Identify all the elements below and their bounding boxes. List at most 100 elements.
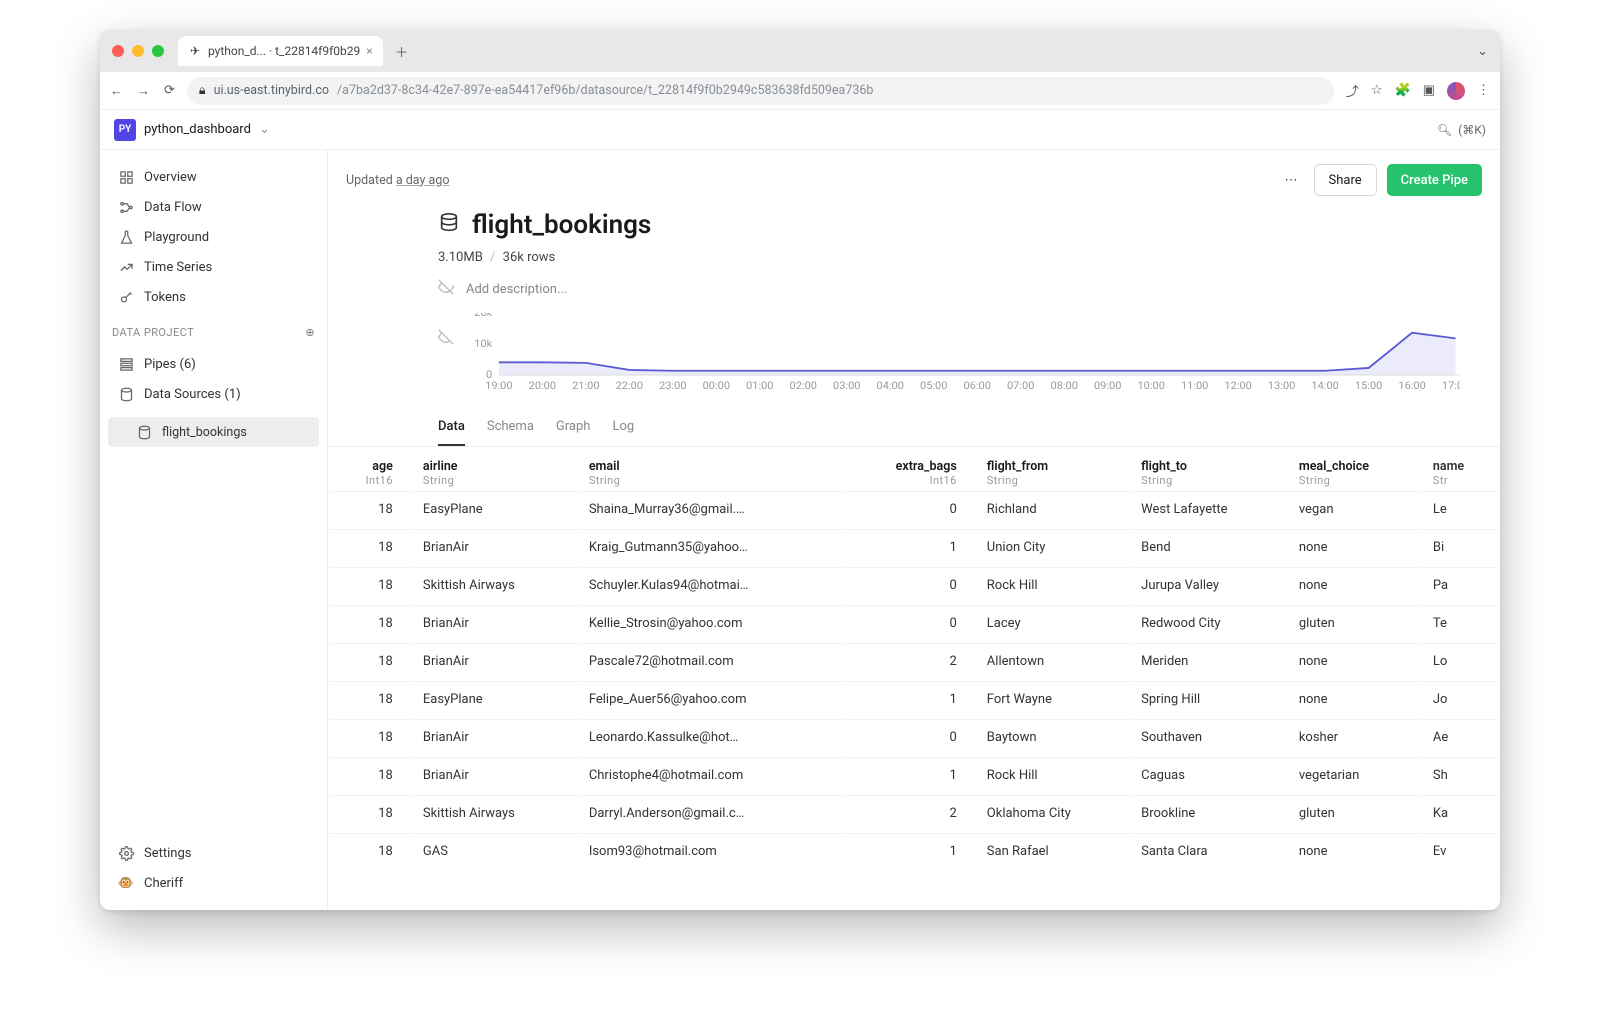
kebab-menu-icon[interactable]: ⋮ — [1477, 83, 1490, 98]
table-row[interactable]: 18Skittish AirwaysDarryl.Anderson@gmail.… — [330, 795, 1498, 831]
cell-flight_to: Southaven — [1131, 719, 1287, 755]
bookmark-icon[interactable]: ☆ — [1371, 83, 1383, 98]
table-row[interactable]: 18EasyPlaneShaina_Murray36@gmail.c...0Ri… — [330, 491, 1498, 527]
data-table: ageInt16airlineStringemailStringextra_ba… — [328, 447, 1500, 871]
sidebar-item-label: Pipes (6) — [144, 357, 196, 372]
cell-age: 18 — [330, 529, 411, 565]
column-header-age[interactable]: ageInt16 — [330, 449, 411, 489]
table-row[interactable]: 18BrianAirPascale72@hotmail.com2Allentow… — [330, 643, 1498, 679]
sources-icon — [118, 387, 134, 402]
new-tab-button[interactable]: ＋ — [389, 38, 415, 64]
main-content: Updated a day ago ⋯ Share Create Pipe fl… — [328, 150, 1500, 910]
extensions-icon[interactable]: 🧩 — [1395, 83, 1411, 98]
cell-email: Felipe_Auer56@yahoo.com — [579, 681, 843, 717]
cell-flight_from: Oklahoma City — [977, 795, 1129, 831]
eye-off-chart-icon[interactable] — [438, 313, 454, 349]
table-row[interactable]: 18BrianAirKellie_Strosin@yahoo.com0Lacey… — [330, 605, 1498, 641]
more-actions-icon[interactable]: ⋯ — [1279, 167, 1304, 194]
table-row[interactable]: 18BrianAirKraig_Gutmann35@yahoo....1Unio… — [330, 529, 1498, 565]
column-header-name[interactable]: nameStr — [1423, 449, 1498, 489]
create-pipe-button[interactable]: Create Pipe — [1387, 164, 1482, 196]
description-input[interactable]: Add description... — [466, 282, 567, 297]
sidebar-item-time-series[interactable]: Time Series — [108, 252, 319, 282]
sidebar-item-cheriff[interactable]: 🐵Cheriff — [108, 868, 319, 898]
tab-log[interactable]: Log — [612, 413, 634, 446]
workspace-name[interactable]: python_dashboard — [144, 122, 251, 137]
column-header-airline[interactable]: airlineString — [413, 449, 577, 489]
reload-icon[interactable]: ⟳ — [164, 83, 175, 99]
sidebar-item-flight_bookings[interactable]: flight_bookings — [108, 417, 319, 447]
profile-avatar[interactable] — [1447, 82, 1465, 100]
column-header-flight_to[interactable]: flight_toString — [1131, 449, 1287, 489]
svg-text:17:00: 17:00 — [1442, 379, 1460, 391]
share-button[interactable]: Share — [1314, 164, 1377, 196]
cheriff-icon: 🐵 — [118, 876, 134, 891]
table-row[interactable]: 18EasyPlaneFelipe_Auer56@yahoo.com1Fort … — [330, 681, 1498, 717]
tab-data[interactable]: Data — [438, 413, 465, 446]
lock-icon: 🔒︎ — [199, 83, 206, 98]
omnibox[interactable]: 🔒︎ ui.us-east.tinybird.co/a7ba2d37-8c34-… — [187, 77, 1334, 105]
svg-text:23:00: 23:00 — [659, 379, 687, 391]
address-bar: ← → ⟳ 🔒︎ ui.us-east.tinybird.co/a7ba2d37… — [100, 72, 1500, 110]
cell-airline: EasyPlane — [413, 491, 577, 527]
cell-email: Leonardo.Kassulke@hotma... — [579, 719, 843, 755]
tabs-overflow-icon[interactable]: ⌄ — [1477, 44, 1488, 59]
minimize-window-icon[interactable] — [132, 45, 144, 57]
svg-text:14:00: 14:00 — [1311, 379, 1339, 391]
tab-schema[interactable]: Schema — [487, 413, 534, 446]
svg-text:22:00: 22:00 — [616, 379, 644, 391]
svg-text:01:00: 01:00 — [746, 379, 774, 391]
cell-extra_bags: 1 — [844, 757, 974, 793]
cell-extra_bags: 0 — [844, 605, 974, 641]
playground-icon — [118, 230, 134, 245]
sidebar-item-pipes[interactable]: Pipes (6) — [108, 349, 319, 379]
chevron-down-icon[interactable]: ⌄ — [259, 122, 270, 137]
add-project-icon[interactable]: ⊕ — [305, 326, 315, 339]
shortcut-hint: (⌘K) — [1458, 123, 1486, 137]
cell-flight_to: West Lafayette — [1131, 491, 1287, 527]
column-header-email[interactable]: emailString — [579, 449, 843, 489]
sidebar-item-overview[interactable]: Overview — [108, 162, 319, 192]
sidebar-item-playground[interactable]: Playground — [108, 222, 319, 252]
cell-airline: Skittish Airways — [413, 795, 577, 831]
updated-link[interactable]: a day ago — [396, 173, 450, 188]
table-row[interactable]: 18Skittish AirwaysSchuyler.Kulas94@hotma… — [330, 567, 1498, 603]
sidebar-item-settings[interactable]: Settings — [108, 838, 319, 868]
datasource-rows: 36k rows — [503, 250, 556, 265]
table-row[interactable]: 18BrianAirLeonardo.Kassulke@hotma...0Bay… — [330, 719, 1498, 755]
cell-age: 18 — [330, 795, 411, 831]
data-tabs: Data Schema Graph Log — [328, 395, 1500, 447]
cell-flight_from: Lacey — [977, 605, 1129, 641]
zoom-window-icon[interactable] — [152, 45, 164, 57]
close-tab-icon[interactable]: × — [366, 44, 372, 58]
cell-email: Isom93@hotmail.com — [579, 833, 843, 869]
browser-tab[interactable]: ✈︎ python_d... · t_22814f9f0b29 × — [178, 36, 383, 66]
pipes-icon — [118, 357, 134, 372]
sidebar-item-sources[interactable]: Data Sources (1) — [108, 379, 319, 409]
table-row[interactable]: 18BrianAirChristophe4@hotmail.com1Rock H… — [330, 757, 1498, 793]
reader-icon[interactable]: ▣ — [1423, 83, 1435, 98]
cell-extra_bags: 2 — [844, 643, 974, 679]
sidebar-item-data-flow[interactable]: Data Flow — [108, 192, 319, 222]
svg-text:19:00: 19:00 — [485, 379, 513, 391]
cell-extra_bags: 1 — [844, 833, 974, 869]
forward-icon[interactable]: → — [137, 83, 150, 99]
back-icon[interactable]: ← — [110, 83, 123, 99]
column-header-meal_choice[interactable]: meal_choiceString — [1289, 449, 1421, 489]
search-icon[interactable]: 🔍︎ — [1437, 123, 1452, 137]
column-header-flight_from[interactable]: flight_fromString — [977, 449, 1129, 489]
sidebar-item-tokens[interactable]: Tokens — [108, 282, 319, 312]
share-page-icon[interactable]: ⤴︎ — [1346, 81, 1359, 100]
eye-off-icon[interactable] — [438, 279, 454, 299]
tab-graph[interactable]: Graph — [556, 413, 591, 446]
cell-flight_to: Redwood City — [1131, 605, 1287, 641]
close-window-icon[interactable] — [112, 45, 124, 57]
table-row[interactable]: 18GASIsom93@hotmail.com1San RafaelSanta … — [330, 833, 1498, 869]
column-header-extra_bags[interactable]: extra_bagsInt16 — [844, 449, 974, 489]
cell-flight_from: Baytown — [977, 719, 1129, 755]
flight_bookings-icon — [136, 425, 152, 440]
cell-flight_from: Richland — [977, 491, 1129, 527]
cell-email: Kraig_Gutmann35@yahoo.... — [579, 529, 843, 565]
cell-airline: BrianAir — [413, 605, 577, 641]
cell-email: Darryl.Anderson@gmail.com — [579, 795, 843, 831]
